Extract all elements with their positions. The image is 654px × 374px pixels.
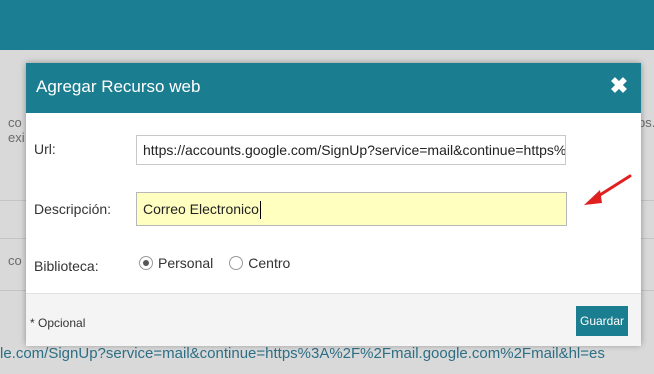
optional-note: * Opcional [30,316,86,330]
close-icon[interactable]: ✖ [607,71,631,101]
library-radio-group: Personal Centro [139,255,306,271]
url-label: Url: [34,141,56,157]
background-text: co [8,253,22,268]
radio-checked-icon[interactable] [139,256,153,270]
description-row: Descripción: Correo Electronico [26,191,641,227]
background-url-link[interactable]: le.com/SignUp?service=mail&continue=http… [0,345,605,362]
radio-personal-label: Personal [158,255,214,271]
library-row: Biblioteca: Personal Centro [26,255,641,277]
radio-centro-label: Centro [248,255,291,271]
description-label: Descripción: [34,201,112,217]
radio-centro[interactable]: Centro [229,255,290,271]
save-button[interactable]: Guardar [576,306,628,336]
page-header-bar [0,0,654,50]
radio-unchecked-icon[interactable] [229,256,244,270]
url-input[interactable]: https://accounts.google.com/SignUp?servi… [136,135,566,165]
dialog-header: Agregar Recurso web ✖ [26,63,641,113]
add-web-resource-dialog: Agregar Recurso web ✖ Url: https://accou… [26,63,641,346]
library-label: Biblioteca: [34,258,99,274]
url-row: Url: https://accounts.google.com/SignUp?… [26,133,641,167]
background-text: co [8,115,22,130]
description-value: Correo Electronico [143,201,259,217]
dialog-title: Agregar Recurso web [36,77,201,96]
background-text: exi [8,130,25,145]
text-caret [259,201,261,220]
description-input[interactable]: Correo Electronico [136,192,567,226]
dialog-footer: * Opcional Guardar [26,293,641,346]
radio-personal[interactable]: Personal [139,255,213,271]
red-arrow-icon [584,174,632,205]
